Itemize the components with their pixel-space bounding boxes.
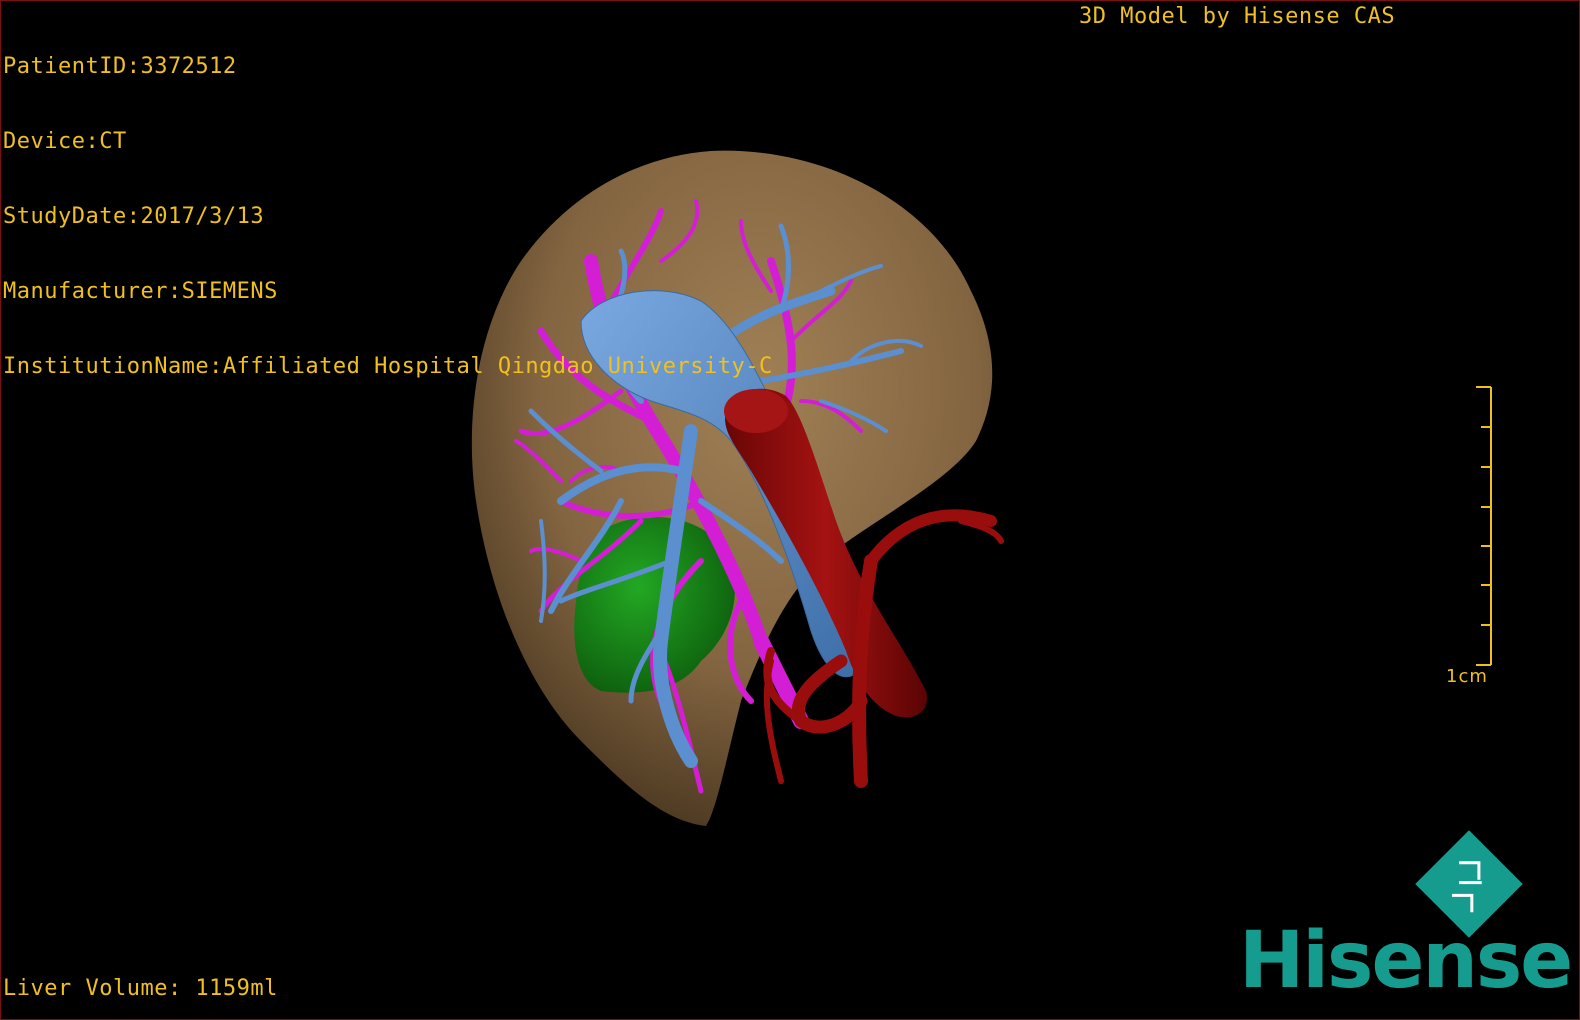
- manufacturer-label: Manufacturer:SIEMENS: [3, 279, 278, 304]
- liver-volume-label: Liver Volume: 1159ml: [3, 976, 278, 1001]
- 3d-viewport[interactable]: PatientID:3372512 Device:CT StudyDate:20…: [0, 0, 1580, 1020]
- hisense-wordmark: Hisense: [1239, 916, 1573, 1006]
- patient-info-panel: PatientID:3372512 Device:CT StudyDate:20…: [3, 4, 773, 429]
- institution-label: InstitutionName:Affiliated Hospital Qing…: [3, 354, 773, 379]
- scale-bar-label: 1cm: [1446, 666, 1488, 687]
- model-credit-label: 3D Model by Hisense CAS: [1079, 4, 1396, 29]
- patient-id-label: PatientID:3372512: [3, 54, 237, 79]
- device-label: Device:CT: [3, 129, 127, 154]
- study-date-label: StudyDate:2017/3/13: [3, 204, 265, 229]
- scale-bar: [1476, 386, 1492, 666]
